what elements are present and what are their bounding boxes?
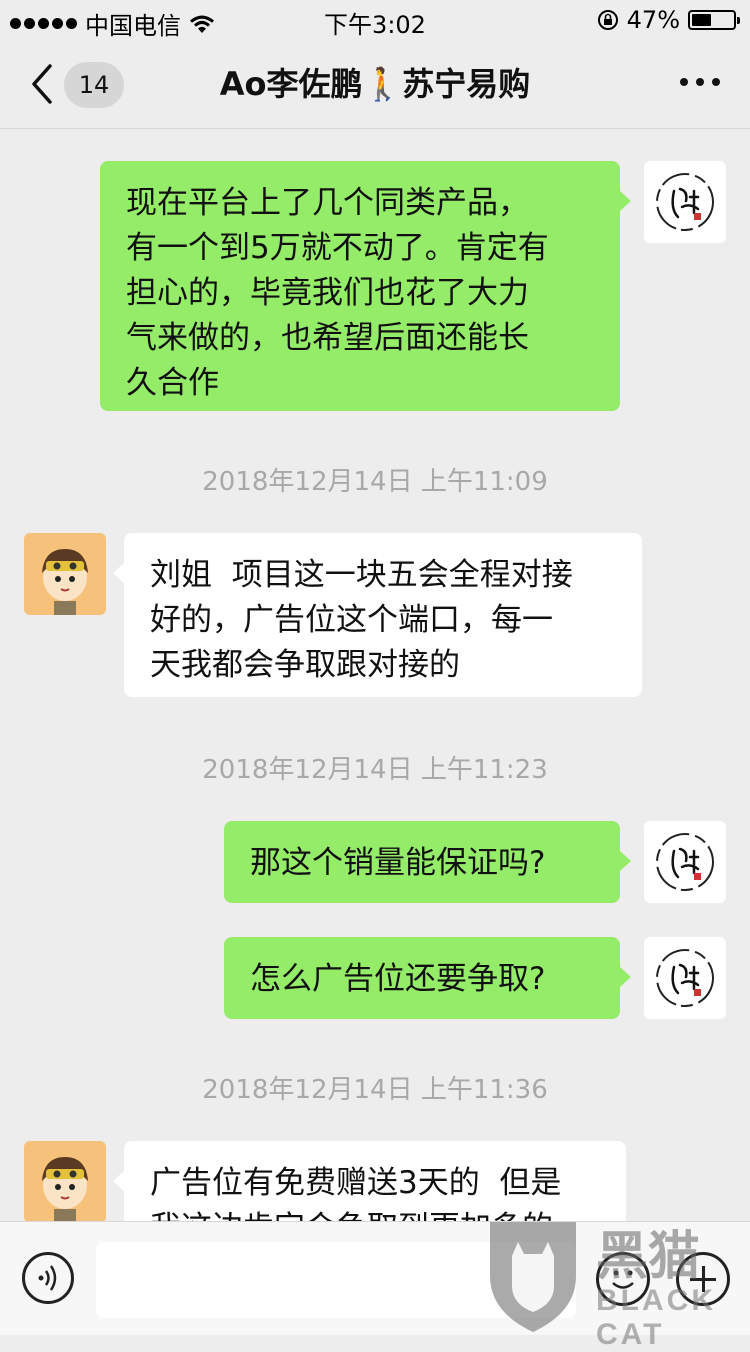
message-bubble[interactable]: 刘姐 项目这一块五会全程对接 好的，广告位这个端口，每一 天我都会争取跟对接的 <box>124 533 642 697</box>
cartoon-avatar-icon <box>42 549 88 615</box>
rotation-lock-icon <box>597 10 618 30</box>
walking-person-emoji: 🚶 <box>362 65 403 103</box>
my-avatar[interactable] <box>644 937 726 1019</box>
input-bar <box>0 1221 750 1335</box>
message-bubble[interactable]: 广告位有免费赠送3天的 但是 我这边肯定会争取到更加多的 <box>124 1141 626 1221</box>
plus-icon[interactable] <box>676 1252 730 1306</box>
status-right: 47% <box>597 6 740 34</box>
voice-icon[interactable] <box>22 1252 74 1304</box>
calligraphy-avatar-icon <box>656 949 714 1007</box>
calligraphy-avatar-icon <box>656 833 714 891</box>
chat-header: 14 Ao李佐鹏🚶苏宁易购 <box>0 40 750 129</box>
message-list[interactable]: 现在平台上了几个同类产品， 有一个到5万就不动了。肯定有 担心的，毕竟我们也花了… <box>0 129 750 1221</box>
battery-icon <box>688 10 740 30</box>
contact-avatar[interactable] <box>24 533 106 615</box>
message-bubble[interactable]: 怎么广告位还要争取? <box>224 937 620 1019</box>
my-avatar[interactable] <box>644 821 726 903</box>
contact-avatar[interactable] <box>24 1141 106 1221</box>
chat-title-suffix: 苏宁易购 <box>402 65 531 103</box>
more-dots-icon[interactable] <box>680 78 720 86</box>
chat-title: Ao李佐鹏🚶苏宁易购 <box>0 62 750 106</box>
emoji-icon[interactable] <box>596 1252 650 1306</box>
timestamp: 2018年12月14日 上午11:23 <box>202 755 548 785</box>
message-bubble[interactable]: 现在平台上了几个同类产品， 有一个到5万就不动了。肯定有 担心的，毕竟我们也花了… <box>100 161 620 411</box>
battery-percent: 47% <box>626 6 680 34</box>
cartoon-avatar-icon <box>42 1157 88 1221</box>
battery-fill <box>692 14 711 26</box>
status-bar: 中国电信 下午3:02 47% <box>0 0 750 40</box>
chat-title-name: Ao李佐鹏 <box>219 65 363 103</box>
message-input[interactable] <box>96 1242 576 1318</box>
message-bubble[interactable]: 那这个销量能保证吗? <box>224 821 620 903</box>
my-avatar[interactable] <box>644 161 726 243</box>
timestamp: 2018年12月14日 上午11:09 <box>202 467 548 497</box>
timestamp: 2018年12月14日 上午11:36 <box>202 1075 548 1105</box>
calligraphy-avatar-icon <box>656 173 714 231</box>
